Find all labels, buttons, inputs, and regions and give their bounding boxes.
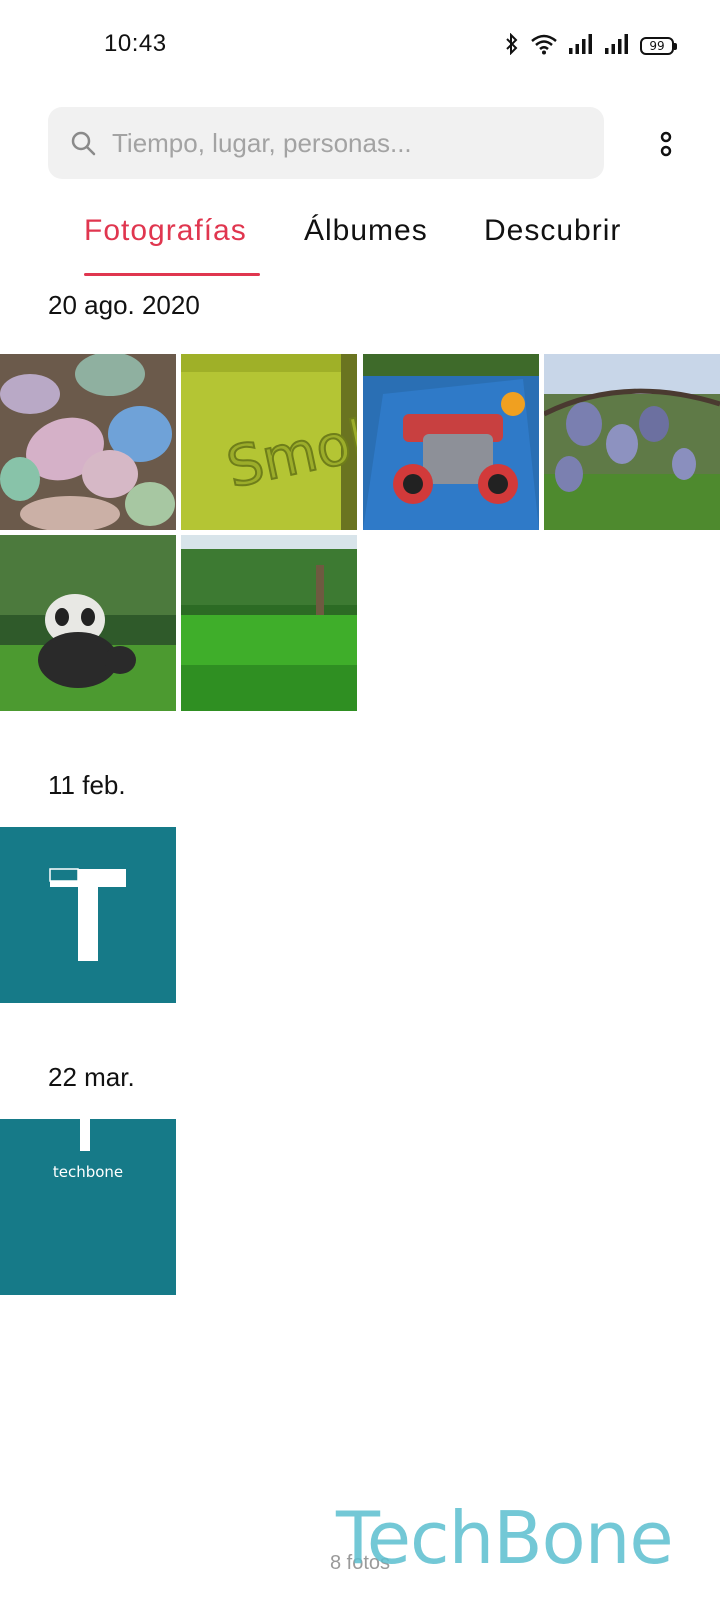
search-input[interactable]: Tiempo, lugar, personas... xyxy=(48,107,604,179)
photo-thumbnail-panda[interactable] xyxy=(0,535,176,711)
search-icon xyxy=(68,128,98,158)
photo-thumbnail-lawn[interactable] xyxy=(181,535,357,711)
more-options-icon[interactable] xyxy=(652,122,680,166)
signal-icon xyxy=(604,33,630,60)
active-tab-indicator xyxy=(84,273,260,276)
section-date: 11 feb. xyxy=(48,770,126,800)
search-placeholder: Tiempo, lugar, personas... xyxy=(112,127,412,158)
tab-discover[interactable]: Descubrir xyxy=(484,214,621,248)
photo-thumbnail-chalk[interactable] xyxy=(0,354,176,530)
section-date: 22 mar. xyxy=(48,1062,135,1092)
wifi-icon xyxy=(530,33,558,60)
bluetooth-icon xyxy=(504,32,520,60)
status-icons: 99 xyxy=(504,32,677,60)
logo-word-text: techbone xyxy=(53,1163,123,1181)
status-time: 10:43 xyxy=(104,30,167,57)
photo-thumbnail-logo[interactable] xyxy=(0,827,176,1003)
tab-albums[interactable]: Álbumes xyxy=(304,214,428,248)
section-date: 20 ago. 2020 xyxy=(48,290,200,320)
photo-thumbnail-techbone[interactable]: techbone xyxy=(0,1119,176,1295)
photo-thumbnail-plums[interactable] xyxy=(544,354,720,530)
tab-photos[interactable]: Fotografías xyxy=(84,214,247,248)
battery-icon: 99 xyxy=(640,37,677,55)
signal-icon xyxy=(568,33,594,60)
photo-thumbnail-toy-car[interactable] xyxy=(363,354,539,530)
watermark-logo: TechBone xyxy=(336,1496,674,1580)
photo-thumbnail-smoby[interactable]: Smoby xyxy=(181,354,357,530)
status-bar: 10:43 99 xyxy=(0,0,720,90)
tab-bar: Fotografías Álbumes Descubrir xyxy=(0,214,720,280)
